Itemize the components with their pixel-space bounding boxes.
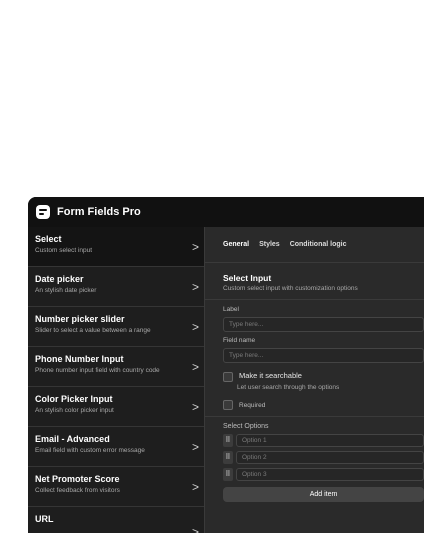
add-item-button[interactable]: Add item <box>223 487 424 502</box>
required-checkbox[interactable] <box>223 400 233 410</box>
section-title: Select Input <box>223 273 272 283</box>
required-label: Required <box>239 401 266 409</box>
tab-bar: General Styles Conditional logic <box>205 227 424 263</box>
sidebar-item-description: Slider to select a value between a range <box>35 327 151 334</box>
option-row: ⠿ Option 1 <box>223 434 424 447</box>
field-name-label: Field name <box>223 337 256 344</box>
sidebar-item-label: Color Picker Input <box>35 394 113 404</box>
sidebar-item-description: Email field with custom error message <box>35 447 145 454</box>
sidebar-item-label: Date picker <box>35 274 84 284</box>
form-logo-icon <box>36 205 50 219</box>
sidebar-item-description: An stylish color picker input <box>35 407 114 414</box>
app-title: Form Fields Pro <box>57 206 141 218</box>
field-name-input[interactable]: Type here... <box>223 348 424 363</box>
option-input[interactable]: Option 1 <box>236 434 424 447</box>
sidebar-item-label: Number picker slider <box>35 314 125 324</box>
chevron-right-icon: > <box>191 525 199 533</box>
sidebar-item-label: Email - Advanced <box>35 434 110 444</box>
sidebar-item-phone-number-input[interactable]: Phone Number Input Phone number input fi… <box>28 347 204 387</box>
sidebar-item-description: Collect feedback from visitors <box>35 487 120 494</box>
section-subtitle: Custom select input with customization o… <box>223 285 358 292</box>
sidebar-item-description: Phone number input field with country co… <box>35 367 160 374</box>
sidebar-item-select[interactable]: Select Custom select input > <box>28 227 204 267</box>
drag-handle-icon[interactable]: ⠿ <box>223 434 233 447</box>
searchable-label: Make it searchable <box>239 371 302 380</box>
sidebar-item-net-promoter-score[interactable]: Net Promoter Score Collect feedback from… <box>28 467 204 507</box>
divider <box>205 416 424 417</box>
option-row: ⠿ Option 3 <box>223 468 424 481</box>
searchable-checkbox[interactable] <box>223 372 233 382</box>
tab-styles[interactable]: Styles <box>259 241 280 248</box>
sidebar-item-email-advanced[interactable]: Email - Advanced Email field with custom… <box>28 427 204 467</box>
drag-handle-icon[interactable]: ⠿ <box>223 468 233 481</box>
tab-general[interactable]: General <box>223 241 249 248</box>
sidebar-item-label: URL <box>35 514 54 524</box>
select-options-title: Select Options <box>223 423 269 430</box>
sidebar-item-number-picker-slider[interactable]: Number picker slider Slider to select a … <box>28 307 204 347</box>
label-input[interactable]: Type here... <box>223 317 424 332</box>
drag-handle-icon[interactable]: ⠿ <box>223 451 233 464</box>
label-field-label: Label <box>223 306 239 313</box>
settings-panel: General Styles Conditional logic Select … <box>205 227 424 533</box>
title-bar: Form Fields Pro <box>28 197 424 227</box>
sidebar: Select Custom select input > Date picker… <box>28 227 205 533</box>
sidebar-item-date-picker[interactable]: Date picker An stylish date picker > <box>28 267 204 307</box>
app-window: Form Fields Pro Select Custom select inp… <box>28 197 424 533</box>
tab-conditional-logic[interactable]: Conditional logic <box>290 241 347 248</box>
chevron-right-icon: > <box>191 400 199 414</box>
divider <box>205 299 424 300</box>
sidebar-item-description: An stylish date picker <box>35 287 97 294</box>
chevron-right-icon: > <box>191 440 199 454</box>
sidebar-item-description: Custom select input <box>35 247 93 254</box>
chevron-right-icon: > <box>191 360 199 374</box>
sidebar-item-label: Phone Number Input <box>35 354 124 364</box>
option-input[interactable]: Option 2 <box>236 451 424 464</box>
searchable-hint: Let user search through the options <box>237 384 340 391</box>
option-input[interactable]: Option 3 <box>236 468 424 481</box>
chevron-right-icon: > <box>191 320 199 334</box>
chevron-right-icon: > <box>191 480 199 494</box>
chevron-right-icon: > <box>191 240 199 254</box>
sidebar-item-label: Select <box>35 234 62 244</box>
sidebar-item-color-picker-input[interactable]: Color Picker Input An stylish color pick… <box>28 387 204 427</box>
chevron-right-icon: > <box>191 280 199 294</box>
option-row: ⠿ Option 2 <box>223 451 424 464</box>
sidebar-item-url[interactable]: URL > <box>28 507 204 533</box>
sidebar-item-label: Net Promoter Score <box>35 474 120 484</box>
